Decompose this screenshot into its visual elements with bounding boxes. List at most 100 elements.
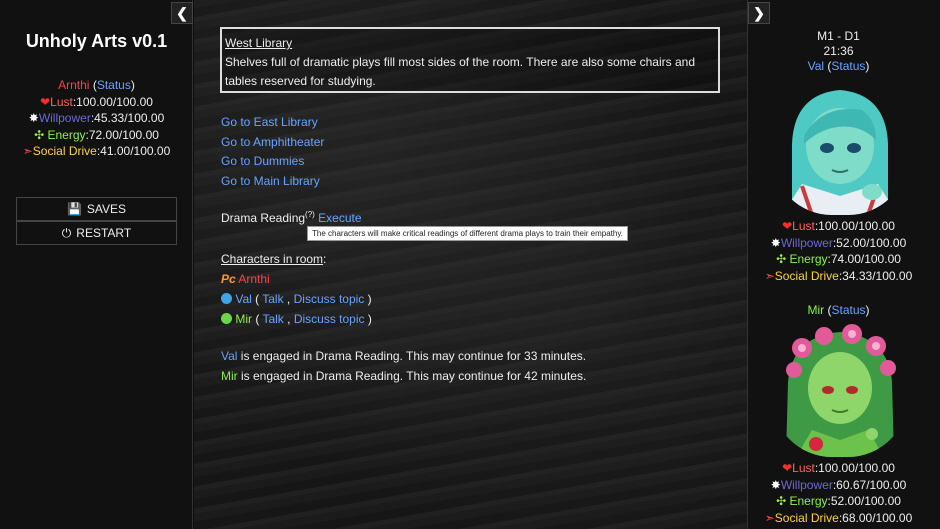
engaged-name-val: Val xyxy=(221,349,238,363)
talk-mir-link[interactable]: Talk xyxy=(262,312,283,326)
character-row-val: Val ( Talk , Discuss topic ) xyxy=(221,289,372,309)
left-sidebar: ❮ Unholy Arts v0.1 Arnthi (Status) ❤Lust… xyxy=(0,0,193,529)
engaged-text-val: is engaged in Drama Reading. This may co… xyxy=(237,349,587,363)
activity-name: Drama Reading xyxy=(221,211,306,225)
activity-tooltip: The characters will make critical readin… xyxy=(307,226,628,241)
player-status-link[interactable]: Status xyxy=(97,78,131,92)
execute-link[interactable]: Execute xyxy=(318,211,361,225)
mir-social-icon: ➣ xyxy=(764,510,775,525)
val-heart-icon: ❤ xyxy=(782,219,793,233)
energy-label: Energy xyxy=(47,127,86,142)
engaged-text-mir: is engaged in Drama Reading. This may co… xyxy=(237,368,587,383)
date-label: M1 - D1 xyxy=(817,29,860,43)
heart-icon: ❤ xyxy=(40,94,51,109)
companion-name-mir: Mir xyxy=(807,303,825,317)
mir-lust-value: 100.00/100.00 xyxy=(818,461,895,475)
chevron-left-icon: ❮ xyxy=(176,4,188,21)
game-title: Unholy Arts v0.1 xyxy=(25,31,168,51)
restart-button[interactable]: ⏻ RESTART xyxy=(16,221,177,245)
collapse-left-button[interactable]: ❮ xyxy=(171,2,193,24)
mir-status-link[interactable]: Status xyxy=(831,303,865,317)
pc-badge-icon: Pc xyxy=(221,272,236,286)
willpower-icon: ✸ xyxy=(28,111,39,125)
social-icon: ➣ xyxy=(22,144,33,158)
activity-row: Drama Reading(?) Execute xyxy=(221,210,362,225)
mir-heart-icon: ❤ xyxy=(782,461,793,475)
engaged-messages: Val is engaged in Drama Reading. This ma… xyxy=(221,347,586,386)
exit-amphitheater[interactable]: Go to Amphitheater xyxy=(221,133,324,153)
mir-energy-value: 52.00/100.00 xyxy=(830,494,901,508)
willpower-label: Willpower xyxy=(38,111,91,125)
lust-value: 100.00/100.00 xyxy=(76,94,153,109)
activity-help-icon[interactable]: (?) xyxy=(305,210,315,219)
chevron-right-icon: ❯ xyxy=(753,4,765,21)
energy-icon: ✣ xyxy=(34,127,45,142)
mir-willpower-icon: ✸ xyxy=(770,477,781,492)
character-name-val[interactable]: Val xyxy=(235,292,251,306)
val-energy-value: 74.00/100.00 xyxy=(830,252,901,266)
character-name-player: Arnthi xyxy=(238,272,270,286)
character-row-player: Pc Arnthi xyxy=(221,269,372,289)
power-icon: ⏻ xyxy=(61,225,72,240)
characters-header: Characters in room xyxy=(221,252,324,266)
energy-value: 72.00/100.00 xyxy=(88,127,159,142)
main-passage: West Library Shelves full of dramatic pl… xyxy=(194,0,747,529)
val-energy-label: Energy xyxy=(789,252,828,266)
social-drive-label: Social Drive xyxy=(32,144,97,158)
discuss-topic-val-link[interactable]: Discuss topic xyxy=(294,292,365,306)
val-lust-label: Lust xyxy=(792,219,815,233)
val-energy-icon: ✣ xyxy=(776,252,787,266)
character-name-mir[interactable]: Mir xyxy=(235,312,252,326)
social-drive-value: 41.00/100.00 xyxy=(100,144,171,158)
mir-social-drive-label: Social Drive xyxy=(774,510,839,525)
mir-energy-label: Energy xyxy=(789,494,828,508)
companion-name-val: Val xyxy=(807,59,825,73)
right-sidebar: ❯ M1 - D1 21:36 Val (Status) ❤Lust:100.0… xyxy=(747,0,940,529)
collapse-right-button[interactable]: ❯ xyxy=(748,2,770,24)
val-portrait xyxy=(772,84,908,215)
willpower-value: 45.33/100.00 xyxy=(94,111,165,125)
exit-dummies[interactable]: Go to Dummies xyxy=(221,152,324,172)
val-stats: ❤Lust:100.00/100.00 ✸Willpower:52.00/100… xyxy=(764,219,913,283)
mir-willpower-label: Willpower xyxy=(780,477,833,492)
room-description-box: West Library Shelves full of dramatic pl… xyxy=(220,27,720,93)
mir-energy-icon: ✣ xyxy=(776,494,787,508)
mir-header: Mir (Status) xyxy=(807,303,870,317)
engaged-name-mir: Mir xyxy=(221,368,238,383)
room-title: West Library xyxy=(225,36,293,50)
val-social-icon: ➣ xyxy=(764,268,775,283)
mir-social-drive-value: 68.00/100.00 xyxy=(842,510,913,525)
exit-east-library[interactable]: Go to East Library xyxy=(221,113,324,133)
time-display: M1 - D1 21:36 Val (Status) xyxy=(748,29,929,74)
val-lust-value: 100.00/100.00 xyxy=(818,219,895,233)
engaged-message-val: Val is engaged in Drama Reading. This ma… xyxy=(221,347,586,367)
mir-willpower-value: 60.67/100.00 xyxy=(836,477,907,492)
saves-button[interactable]: 💾 SAVES xyxy=(16,197,177,221)
characters-in-room: Characters in room: Pc Arnthi Val ( Talk… xyxy=(221,249,372,329)
saves-label: SAVES xyxy=(86,202,127,216)
exit-main-library[interactable]: Go to Main Library xyxy=(221,172,324,192)
mir-lust-label: Lust xyxy=(792,461,815,475)
val-portrait-icon xyxy=(221,293,232,304)
room-description: Shelves full of dramatic plays fill most… xyxy=(225,55,695,88)
characters-header-colon: : xyxy=(323,252,327,266)
val-willpower-label: Willpower xyxy=(780,235,833,250)
character-row-mir: Mir ( Talk , Discuss topic ) xyxy=(221,309,372,329)
exit-list: Go to East Library Go to Amphitheater Go… xyxy=(221,113,324,191)
player-stats: Arnthi (Status) ❤Lust:100.00/100.00 ✸Wil… xyxy=(22,78,171,158)
mir-stats: ❤Lust:100.00/100.00 ✸Willpower:60.67/100… xyxy=(764,461,913,525)
discuss-topic-mir-link[interactable]: Discuss topic xyxy=(294,312,365,326)
val-willpower-icon: ✸ xyxy=(770,235,781,250)
lust-label: Lust xyxy=(50,94,73,109)
talk-val-link[interactable]: Talk xyxy=(262,292,283,306)
clock-label: 21:36 xyxy=(823,44,854,58)
mir-portrait-icon xyxy=(221,313,232,324)
mir-portrait xyxy=(772,322,908,457)
player-name: Arnthi xyxy=(58,78,90,92)
val-social-drive-value: 34.33/100.00 xyxy=(842,268,913,283)
engaged-message-mir: Mir is engaged in Drama Reading. This ma… xyxy=(221,367,586,387)
val-status-link[interactable]: Status xyxy=(831,59,865,73)
val-social-drive-label: Social Drive xyxy=(774,268,839,283)
restart-label: RESTART xyxy=(76,226,132,240)
save-icon: 💾 xyxy=(66,202,82,216)
